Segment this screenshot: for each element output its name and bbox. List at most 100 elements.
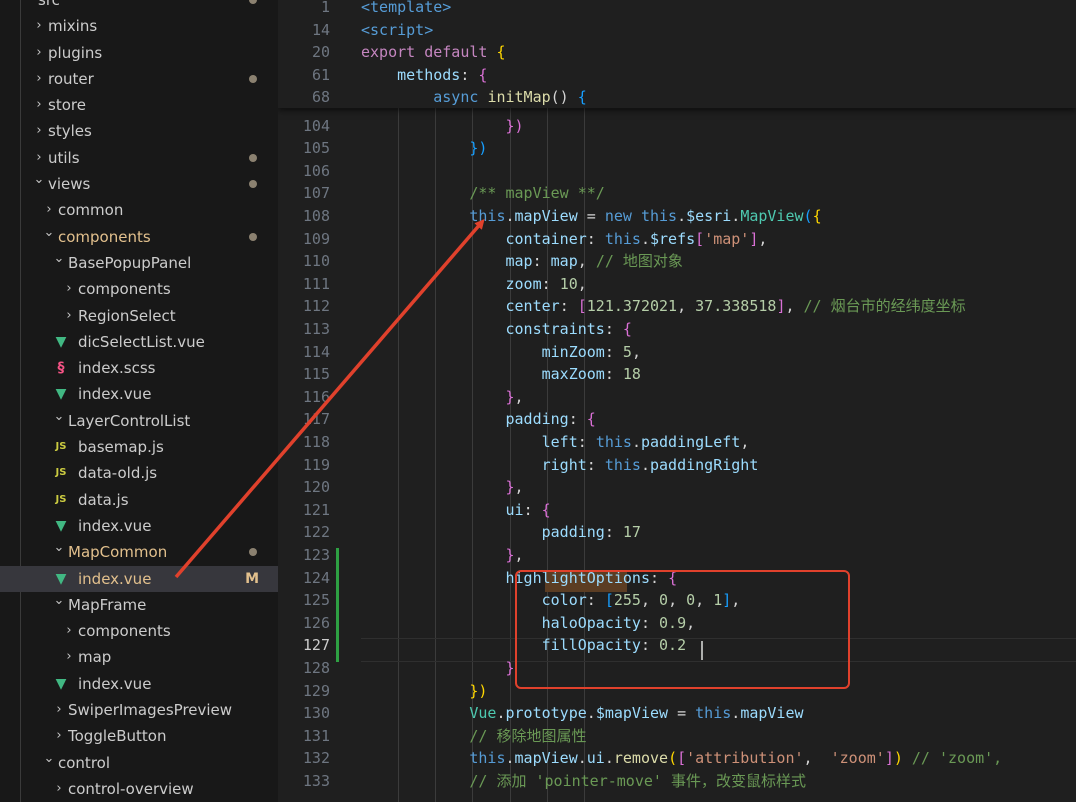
code-line[interactable]: ui: { <box>361 499 551 522</box>
code-token: padding <box>541 523 605 542</box>
code-token: : <box>541 274 560 293</box>
code-line[interactable]: // 添加 'pointer-move' 事件，改变鼠标样式 <box>361 770 806 793</box>
code-token: mapView <box>514 749 578 768</box>
sticky-code-line[interactable]: export default { <box>361 41 506 64</box>
code-line[interactable]: container: this.$refs['map'], <box>361 228 768 251</box>
code-line[interactable]: }, <box>361 386 524 409</box>
chevron-right-icon: › <box>36 123 42 139</box>
tree-item-label: utils <box>48 148 80 167</box>
code-line[interactable]: constraints: { <box>361 318 632 341</box>
tree-item-label: components <box>78 622 171 641</box>
sticky-code-line[interactable]: methods: { <box>361 64 487 87</box>
tree-item-label: dicSelectList.vue <box>78 332 205 351</box>
chevron-right-icon: › <box>66 649 72 665</box>
folder-styles[interactable]: › styles <box>0 118 278 144</box>
code-line[interactable]: }, <box>361 544 524 567</box>
code-line[interactable]: minZoom: 5, <box>361 341 641 364</box>
sticky-code-line[interactable]: async initMap() { <box>361 86 587 109</box>
code-line[interactable]: center: [121.372021, 37.338518], // 烟台市的… <box>361 295 966 318</box>
folder-mixins[interactable]: › mixins <box>0 13 278 39</box>
line-number: 118 <box>302 432 330 451</box>
folder-control-overview[interactable]: › control-overview <box>0 776 278 802</box>
chevron-down-icon: ⌄ <box>53 250 65 266</box>
folder-components[interactable]: › components <box>0 618 278 644</box>
code-token: ( <box>668 749 678 768</box>
folder-regionselect[interactable]: › RegionSelect <box>0 303 278 329</box>
chevron-right-icon: › <box>36 70 42 86</box>
code-line[interactable]: } <box>361 657 515 680</box>
folder-src[interactable]: ⌄src <box>0 0 278 13</box>
code-token: container <box>505 229 587 248</box>
code-line[interactable]: // 移除地图属性 <box>361 725 586 748</box>
folder-plugins[interactable]: › plugins <box>0 40 278 66</box>
file-data-js[interactable]: JS data.js <box>0 487 278 513</box>
folder-store[interactable]: › store <box>0 92 278 118</box>
folder-togglebutton[interactable]: › ToggleButton <box>0 723 278 749</box>
code-line[interactable]: }) <box>361 115 524 138</box>
code-token: : <box>604 365 623 384</box>
code-line[interactable]: }) <box>361 680 487 703</box>
scss-file-icon: § <box>57 360 65 377</box>
folder-views[interactable]: ⌄ views <box>0 171 278 197</box>
folder-layercontrollist[interactable]: ⌄ LayerControlList <box>0 408 278 434</box>
code-token: . <box>496 704 506 723</box>
folder-common[interactable]: › common <box>0 197 278 223</box>
folder-basepopuppanel[interactable]: ⌄ BasePopupPanel <box>0 250 278 276</box>
code-line[interactable]: /** mapView **/ <box>361 182 604 205</box>
tree-item-label: views <box>48 175 91 194</box>
file-index-vue[interactable]: ▼ index.vue <box>0 381 278 407</box>
folder-map[interactable]: › map <box>0 644 278 670</box>
code-line[interactable]: padding: { <box>361 408 596 431</box>
file-data-old-js[interactable]: JS data-old.js <box>0 460 278 486</box>
folder-components[interactable]: ⌄ components <box>0 224 278 250</box>
file-dicselectlist-vue[interactable]: ▼ dicSelectList.vue <box>0 329 278 355</box>
folder-components[interactable]: › components <box>0 276 278 302</box>
line-number: 130 <box>302 704 330 723</box>
file-index-vue[interactable]: ▼ index.vue <box>0 671 278 697</box>
folder-mapframe[interactable]: ⌄ MapFrame <box>0 592 278 618</box>
code-token: maxZoom <box>541 365 605 384</box>
code-token: , <box>740 432 750 451</box>
code-line[interactable]: right: this.paddingRight <box>361 454 759 477</box>
code-token: } <box>505 387 515 406</box>
folder-mapcommon[interactable]: ⌄ MapCommon <box>0 539 278 565</box>
code-line[interactable]: map: map, // 地图对象 <box>361 250 683 273</box>
sticky-line-number: 20 <box>311 43 330 62</box>
sticky-code-line[interactable]: <script> <box>361 19 433 42</box>
code-line[interactable]: }) <box>361 137 487 160</box>
code-token: 17 <box>622 523 641 542</box>
folder-router[interactable]: › router <box>0 66 278 92</box>
file-index-vue[interactable]: ▼ index.vue <box>0 513 278 539</box>
tree-item-label: basemap.js <box>78 438 164 457</box>
code-token: : <box>604 523 623 542</box>
line-number: 124 <box>302 568 330 587</box>
code-token: script <box>370 20 425 39</box>
folder-control[interactable]: ⌄ control <box>0 750 278 776</box>
line-number: 107 <box>302 184 330 203</box>
code-line[interactable]: }, <box>361 476 524 499</box>
sticky-code-line[interactable]: <template> <box>361 0 451 19</box>
file-index-scss[interactable]: § index.scss <box>0 355 278 381</box>
file-basemap-js[interactable]: JS basemap.js <box>0 434 278 460</box>
file-index-vue[interactable]: ▼ index.vue M <box>0 565 278 592</box>
code-line[interactable]: this.mapView.ui.remove(['attribution', '… <box>361 747 1002 770</box>
sticky-scroll-header[interactable]: 1 <template> 14 <script> 20 export default {6… <box>278 0 1076 108</box>
tree-item-label: data.js <box>78 490 129 509</box>
code-token: > <box>442 0 452 16</box>
code-line[interactable]: zoom: 10, <box>361 273 587 296</box>
folder-swiperimagespreview[interactable]: › SwiperImagesPreview <box>0 697 278 723</box>
code-line[interactable]: this.mapView = new this.$esri.MapView({ <box>361 205 821 228</box>
code-line[interactable]: left: this.paddingLeft, <box>361 431 750 454</box>
code-editor[interactable]: 104 }) 105 }) 106 107 /** mapView **/108 th… <box>278 0 1076 802</box>
code-line[interactable]: padding: 17 <box>361 521 641 544</box>
code-line[interactable]: Vue.prototype.$mapView = this.mapView <box>361 702 803 725</box>
git-change-dot <box>249 153 257 162</box>
line-number: 122 <box>302 523 330 542</box>
code-line[interactable]: maxZoom: 18 <box>361 363 641 386</box>
